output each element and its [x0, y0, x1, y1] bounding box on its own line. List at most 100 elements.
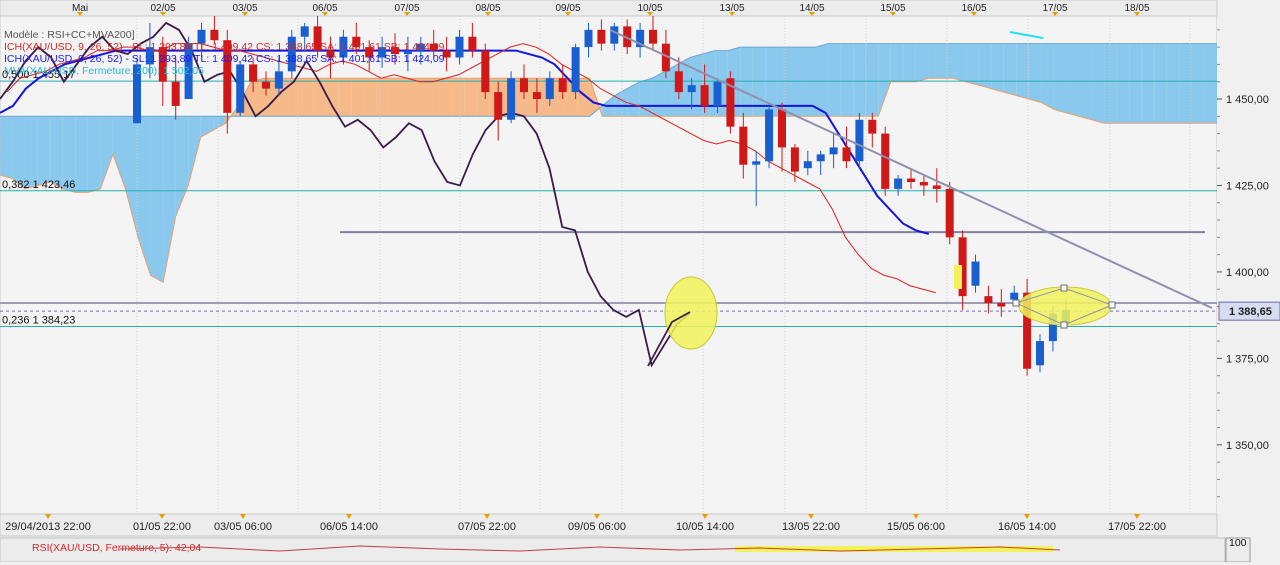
- cloud-segment: [890, 43, 904, 82]
- cloud-segment: [87, 116, 101, 193]
- candle-body: [455, 36, 464, 58]
- cloud-segment: [1078, 43, 1092, 120]
- bottom-axis-label: 13/05 22:00: [782, 521, 840, 533]
- candle-body: [919, 182, 928, 186]
- candle-body: [249, 64, 258, 82]
- cloud-segment: [1041, 43, 1054, 110]
- candle-body: [468, 36, 477, 51]
- trading-chart[interactable]: 0,500 1 455,17 0,382 1 423,46 0,236 1 384,…: [0, 0, 1280, 563]
- cloud-segment: [464, 78, 477, 117]
- bottom-axis-label: 06/05 14:00: [320, 521, 378, 533]
- candle-body: [945, 188, 954, 238]
- cloud-segment: [1129, 43, 1142, 124]
- candle-body: [1010, 292, 1019, 300]
- candle-body: [210, 29, 219, 41]
- cloud-segment: [338, 78, 352, 117]
- candle-body: [778, 109, 786, 148]
- legend-entry: ICH(XAU/USD, 9, 26, 52) - SL: 1 393,89 T…: [4, 53, 445, 65]
- marker-handle: [1060, 321, 1068, 329]
- bottom-axis-label: 01/05 22:00: [133, 521, 191, 533]
- cloud-segment: [75, 116, 88, 193]
- candle-body: [236, 64, 245, 113]
- cloud-segment: [401, 78, 415, 117]
- cloud-segment: [1116, 43, 1130, 124]
- cloud-segment: [376, 78, 389, 117]
- candle-body: [300, 26, 309, 37]
- candle-body: [868, 119, 877, 134]
- cloud-segment: [150, 116, 164, 283]
- candle-body: [610, 26, 619, 44]
- bottom-axis-label: 29/04/2013 22:00: [5, 521, 91, 533]
- bottom-axis-label: 10/05 14:00: [676, 521, 734, 533]
- candle-body: [494, 92, 503, 120]
- cloud-segment: [414, 78, 427, 117]
- candle-body: [907, 178, 915, 182]
- cloud-segment: [301, 78, 314, 117]
- cloud-segment: [1204, 43, 1217, 124]
- bottom-axis-label: 16/05 14:00: [998, 521, 1056, 533]
- chart-svg[interactable]: 0,500 1 455,170,382 1 423,460,236 1 384,…: [0, 0, 1280, 563]
- cloud-segment: [815, 43, 829, 117]
- cloud-segment: [1003, 43, 1017, 96]
- candle-body: [881, 133, 890, 189]
- y-axis-label: 1 425,00: [1226, 180, 1269, 192]
- y-axis-label: 1 450,00: [1226, 94, 1269, 106]
- candle-body: [584, 29, 593, 48]
- cloud-segment: [978, 43, 992, 89]
- candle-body: [752, 161, 761, 165]
- candle-body: [558, 78, 567, 93]
- bottom-axis-label: 15/05 06:00: [887, 521, 945, 533]
- candle-body: [674, 71, 683, 93]
- candle-body: [713, 81, 722, 106]
- cloud-segment: [1016, 43, 1029, 99]
- current-price-label: 1 388,65: [1229, 306, 1272, 318]
- cloud-segment: [1166, 43, 1180, 124]
- highlight-ellipse-left: [664, 276, 718, 350]
- cloud-segment: [37, 116, 51, 186]
- y-axis-label: 1 350,00: [1226, 440, 1269, 452]
- candle-body: [274, 71, 283, 89]
- cloud-segment: [903, 43, 916, 82]
- cloud-segment: [991, 43, 1004, 93]
- candle-body: [816, 154, 825, 162]
- candle-body: [765, 109, 774, 162]
- fib-level-label: 0,382 1 423,46: [2, 179, 75, 191]
- candle-body: [971, 261, 980, 286]
- cloud-segment: [426, 78, 440, 117]
- cloud-segment: [0, 116, 13, 179]
- y-axis-label: 1 375,00: [1226, 353, 1269, 365]
- marker-handle: [1012, 299, 1020, 307]
- candle-body: [855, 119, 864, 162]
- bottom-axis-label: 07/05 22:00: [458, 521, 516, 533]
- candle-body: [532, 92, 541, 99]
- candle-body: [700, 85, 709, 106]
- highlight-bar: [954, 265, 962, 289]
- candle-body: [687, 85, 696, 93]
- cloud-segment: [1154, 43, 1167, 124]
- bottom-axis-label: 09/05 06:00: [568, 521, 626, 533]
- highlight-ellipse-right: [1018, 286, 1112, 326]
- bottom-axis-label: 03/05 06:00: [214, 521, 272, 533]
- candle-body: [842, 147, 851, 162]
- top-time-axis: [0, 0, 1218, 17]
- candle-body: [571, 47, 580, 93]
- cloud-segment: [1141, 43, 1155, 124]
- candle-body: [997, 303, 1006, 307]
- marker-handle: [1060, 284, 1068, 292]
- candle-body: [932, 185, 941, 189]
- candle-body: [481, 50, 490, 93]
- cloud-segment: [439, 78, 452, 117]
- candle-body: [649, 29, 657, 44]
- rsi-axis-label: 100: [1229, 537, 1247, 549]
- cloud-segment: [1191, 43, 1205, 124]
- cloud-segment: [853, 43, 866, 117]
- cloud-segment: [639, 78, 653, 117]
- cloud-segment: [388, 78, 402, 117]
- cloud-segment: [652, 71, 665, 117]
- cloud-segment: [1066, 43, 1079, 117]
- cloud-segment: [1028, 43, 1042, 103]
- legend-entry: Modèle : RSI+CC+MVA200]: [4, 29, 135, 41]
- candle-body: [262, 81, 270, 89]
- cloud-segment: [915, 43, 929, 82]
- cloud-segment: [865, 43, 879, 117]
